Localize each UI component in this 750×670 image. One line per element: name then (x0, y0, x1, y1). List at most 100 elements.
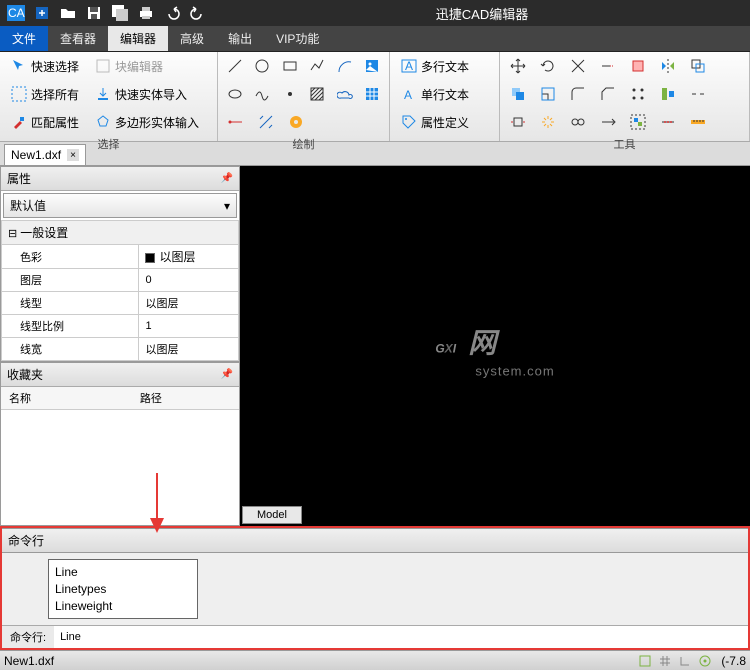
group-icon[interactable] (626, 110, 650, 134)
circle-icon[interactable] (252, 54, 274, 78)
polyline-icon[interactable] (307, 54, 329, 78)
open-icon[interactable] (56, 2, 80, 24)
print-icon[interactable] (134, 2, 158, 24)
grid-icon[interactable] (657, 653, 673, 669)
erase-icon[interactable] (626, 54, 650, 78)
suggestion-item[interactable]: Lineweight (55, 598, 191, 615)
menu-viewer[interactable]: 查看器 (48, 26, 108, 51)
block-editor-button[interactable]: 块编辑器 (90, 55, 168, 78)
chevron-down-icon: ▾ (224, 199, 230, 213)
save-icon[interactable] (82, 2, 106, 24)
table-icon[interactable] (362, 82, 384, 106)
property-row[interactable]: 图层0 (2, 269, 239, 292)
trim-icon[interactable] (566, 54, 590, 78)
mtext-button[interactable]: A多行文本 (396, 55, 474, 78)
properties-section-header[interactable]: ⊟ 一般设置 (2, 221, 239, 245)
import-icon (95, 86, 111, 102)
title-bar: CAD 迅捷CAD编辑器 (0, 0, 750, 26)
rotate-icon[interactable] (536, 54, 560, 78)
ellipse-icon[interactable] (224, 82, 246, 106)
arc-icon[interactable] (334, 54, 356, 78)
document-tab-label: New1.dxf (11, 148, 61, 162)
drawing-canvas[interactable]: GXI 网 system.com Model (240, 166, 750, 526)
cloud-icon[interactable] (334, 82, 356, 106)
select-all-label: 选择所有 (31, 86, 79, 103)
properties-panel: 属性 📌 默认值 ▾ ⊟ 一般设置 色彩以图层 图层0 线型以图层 线型比例1 … (0, 166, 240, 362)
array-icon[interactable] (626, 82, 650, 106)
text-button[interactable]: A单行文本 (396, 83, 474, 106)
hatch-icon[interactable] (307, 82, 329, 106)
save-as-icon[interactable] (108, 2, 132, 24)
status-icons (637, 653, 713, 669)
property-row[interactable]: 线型以图层 (2, 292, 239, 315)
menu-output[interactable]: 输出 (216, 26, 264, 51)
ortho-icon[interactable] (677, 653, 693, 669)
status-coord: (-7.8 (721, 654, 746, 668)
lengthen-icon[interactable] (596, 110, 620, 134)
favorites-col-path[interactable]: 路径 (132, 387, 170, 409)
ribbon: 快速选择 块编辑器 选择所有 快速实体导入 匹配属性 多边形实体输入 选择 (0, 52, 750, 142)
property-row[interactable]: 色彩以图层 (2, 245, 239, 269)
poly-entity-input-button[interactable]: 多边形实体输入 (90, 111, 204, 134)
suggestion-item[interactable]: Line (55, 564, 191, 581)
offset-icon[interactable] (686, 54, 710, 78)
favorites-panel: 收藏夹 📌 名称 路径 (0, 362, 240, 526)
quick-select-button[interactable]: 快速选择 (6, 55, 84, 78)
spline-icon[interactable] (252, 82, 274, 106)
quick-access-toolbar: CAD (0, 2, 214, 24)
donut-icon[interactable] (284, 110, 308, 134)
image-icon[interactable] (362, 54, 384, 78)
rect-icon[interactable] (279, 54, 301, 78)
break-icon[interactable] (686, 82, 710, 106)
favorites-col-name[interactable]: 名称 (1, 387, 132, 409)
new-icon[interactable] (30, 2, 54, 24)
suggestion-item[interactable]: Linetypes (55, 581, 191, 598)
command-suggestions[interactable]: Line Linetypes Lineweight (48, 559, 198, 619)
measure-icon[interactable] (686, 110, 710, 134)
pin-icon[interactable]: 📌 (221, 369, 233, 380)
divide-icon[interactable] (656, 110, 680, 134)
quick-entity-import-button[interactable]: 快速实体导入 (90, 83, 192, 106)
ray-icon[interactable] (224, 110, 248, 134)
explode-icon[interactable] (536, 110, 560, 134)
undo-icon[interactable] (160, 2, 184, 24)
align-icon[interactable] (656, 82, 680, 106)
app-icon[interactable]: CAD (4, 2, 28, 24)
menu-advanced[interactable]: 高级 (168, 26, 216, 51)
mirror-icon[interactable] (656, 54, 680, 78)
property-row[interactable]: 线宽以图层 (2, 338, 239, 361)
menu-editor[interactable]: 编辑器 (108, 26, 168, 51)
model-tab[interactable]: Model (242, 506, 302, 524)
tools-group-label: 工具 (506, 134, 743, 154)
chamfer-icon[interactable] (596, 82, 620, 106)
pin-icon[interactable]: 📌 (221, 173, 233, 184)
select-all-button[interactable]: 选择所有 (6, 83, 84, 106)
join-icon[interactable] (566, 110, 590, 134)
property-row[interactable]: 线型比例1 (2, 315, 239, 338)
menu-vip[interactable]: VIP功能 (264, 26, 331, 51)
block-editor-label: 块编辑器 (115, 58, 163, 75)
move-icon[interactable] (506, 54, 530, 78)
ribbon-group-text: A多行文本 A单行文本 属性定义 (390, 52, 500, 141)
xline-icon[interactable] (254, 110, 278, 134)
redo-icon[interactable] (186, 2, 210, 24)
document-tab[interactable]: New1.dxf × (4, 144, 86, 165)
point-icon[interactable] (279, 82, 301, 106)
close-icon[interactable]: × (67, 149, 79, 161)
scale-icon[interactable] (536, 82, 560, 106)
command-input-label: 命令行: (2, 626, 54, 648)
menu-file[interactable]: 文件 (0, 26, 48, 51)
match-props-button[interactable]: 匹配属性 (6, 111, 84, 134)
copy-icon[interactable] (506, 82, 530, 106)
fillet-icon[interactable] (566, 82, 590, 106)
quick-select-label: 快速选择 (31, 58, 79, 75)
menu-bar: 文件 查看器 编辑器 高级 输出 VIP功能 (0, 26, 750, 52)
snap-icon[interactable] (637, 653, 653, 669)
properties-mode-dropdown[interactable]: 默认值 ▾ (3, 193, 237, 218)
extend-icon[interactable] (596, 54, 620, 78)
stretch-icon[interactable] (506, 110, 530, 134)
line-icon[interactable] (224, 54, 246, 78)
osnap-icon[interactable] (697, 653, 713, 669)
attdef-button[interactable]: 属性定义 (396, 111, 474, 134)
command-input[interactable] (54, 628, 748, 646)
